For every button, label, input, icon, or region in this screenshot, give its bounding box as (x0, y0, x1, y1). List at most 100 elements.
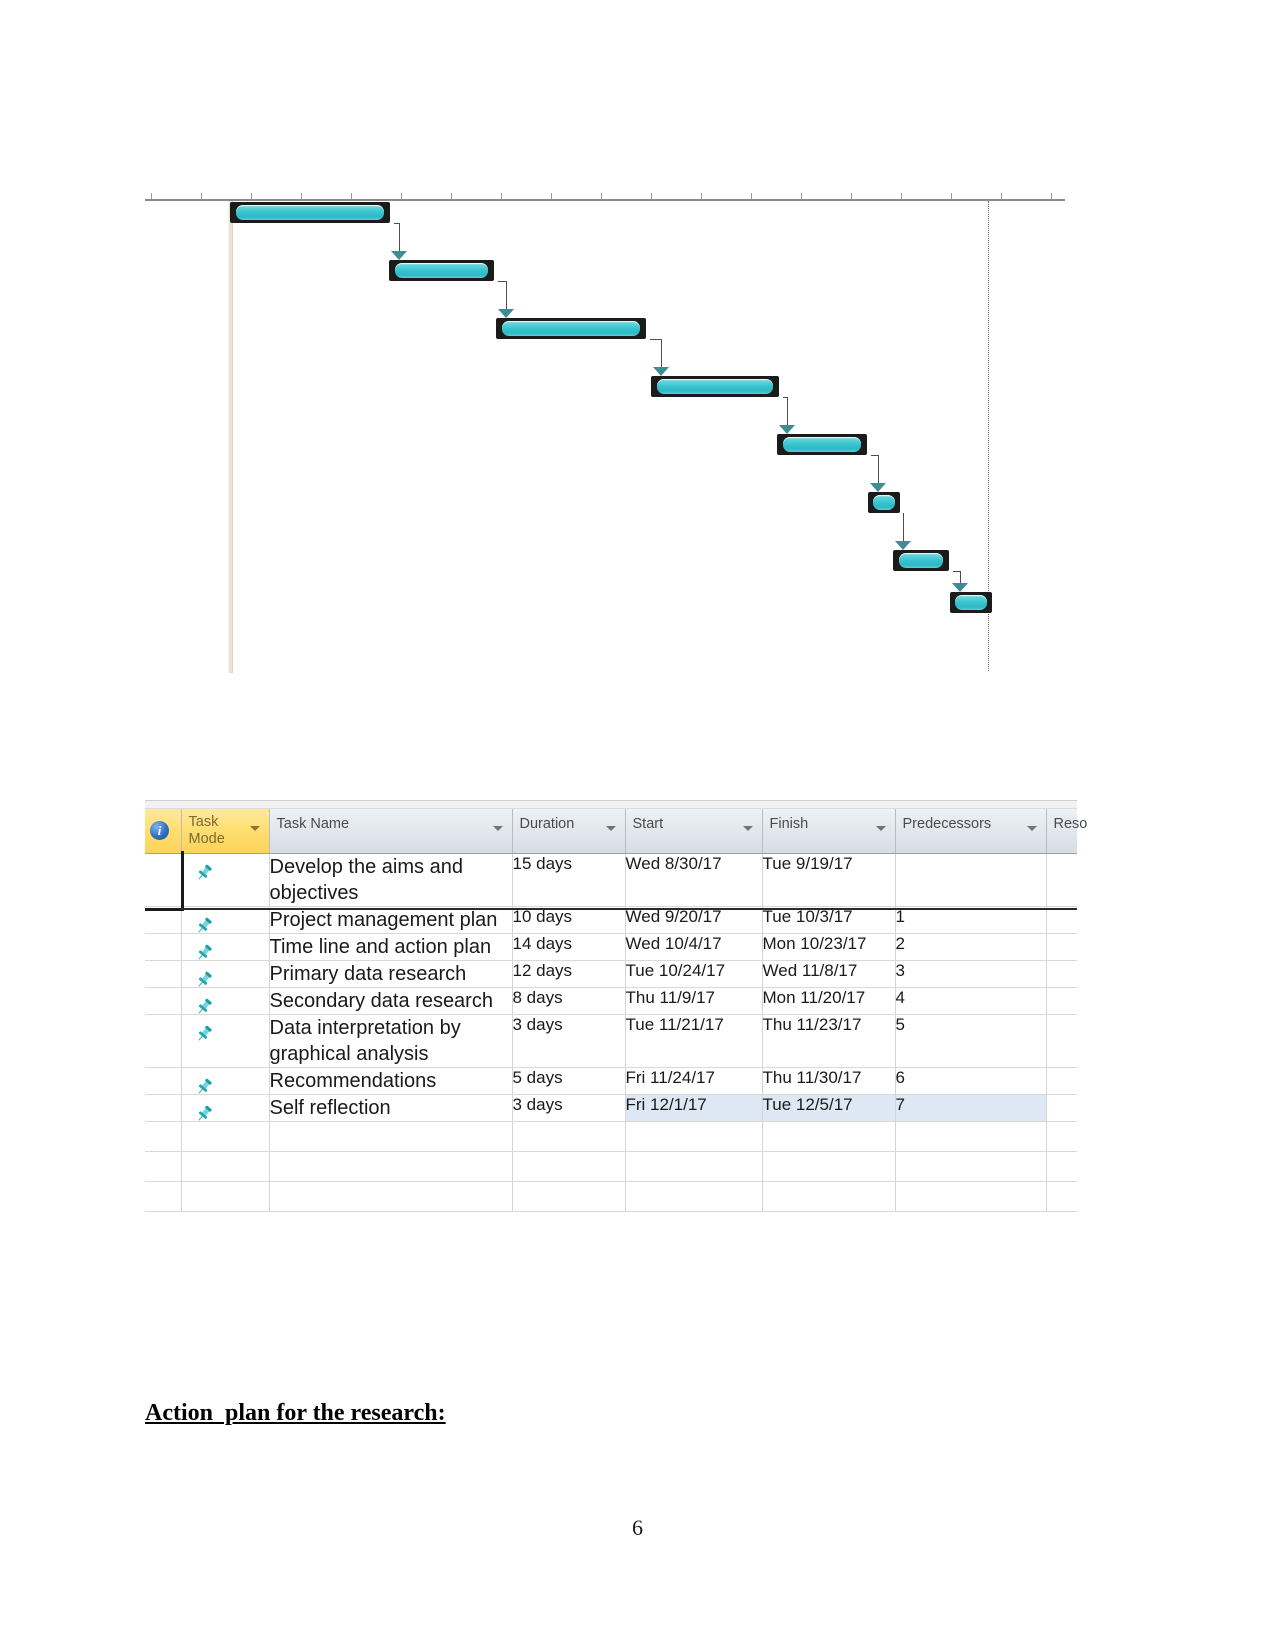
cell-predecessors[interactable]: 1 (895, 906, 1047, 934)
cell-duration[interactable]: 3 days (512, 1094, 626, 1122)
cell-duration[interactable]: 15 days (512, 853, 626, 907)
column-header-start[interactable]: Start (625, 809, 763, 854)
table-row[interactable]: Data interpretation by graphical analysi… (145, 1014, 1077, 1068)
column-header-indicators[interactable]: i (145, 809, 182, 854)
table-row-empty[interactable] (145, 1151, 1077, 1182)
cell-task-name[interactable]: Time line and action plan (269, 933, 513, 961)
cell-indicator[interactable] (145, 853, 182, 907)
project-task-table[interactable]: i Task Mode Task Name Duration Start Fin… (145, 800, 1087, 1212)
cell-task-name[interactable]: Recommendations (269, 1067, 513, 1095)
table-row-empty[interactable] (145, 1181, 1077, 1212)
cell-predecessors[interactable] (895, 1181, 1047, 1212)
table-row-empty[interactable] (145, 1121, 1077, 1152)
cell-resource-names[interactable] (1046, 1094, 1077, 1122)
cell-task-name[interactable]: Self reflection (269, 1094, 513, 1122)
cell-task-mode[interactable] (181, 906, 270, 934)
table-row[interactable]: Project management plan 10 days Wed 9/20/1… (145, 906, 1077, 934)
chevron-down-icon[interactable] (249, 826, 260, 831)
cell-finish[interactable]: Tue 10/3/17 (762, 906, 896, 934)
cell-indicator[interactable] (145, 1067, 182, 1095)
gantt-task-bar[interactable] (389, 260, 494, 281)
cell-finish[interactable]: Wed 11/8/17 (762, 960, 896, 988)
cell-duration[interactable]: 14 days (512, 933, 626, 961)
cell-duration[interactable]: 5 days (512, 1067, 626, 1095)
cell-start[interactable] (625, 1151, 763, 1182)
cell-start[interactable]: Wed 9/20/17 (625, 906, 763, 934)
cell-resource-names[interactable] (1046, 853, 1077, 907)
cell-finish[interactable] (762, 1181, 896, 1212)
cell-indicator[interactable] (145, 1121, 182, 1152)
cell-resource-names[interactable] (1046, 987, 1077, 1015)
cell-duration[interactable]: 3 days (512, 1014, 626, 1068)
cell-task-name[interactable]: Develop the aims and objectives (269, 853, 513, 907)
table-row[interactable]: Self reflection 3 days Fri 12/1/17 Tue 12/5… (145, 1094, 1077, 1122)
chevron-down-icon[interactable] (1026, 826, 1037, 831)
gantt-task-bar[interactable] (496, 318, 646, 339)
cell-task-mode[interactable] (181, 1181, 270, 1212)
cell-predecessors[interactable]: 3 (895, 960, 1047, 988)
cell-predecessors[interactable]: 4 (895, 987, 1047, 1015)
cell-resource-names[interactable] (1046, 1067, 1077, 1095)
cell-task-name[interactable]: Secondary data research (269, 987, 513, 1015)
column-header-finish[interactable]: Finish (762, 809, 896, 854)
cell-task-name[interactable]: Project management plan (269, 906, 513, 934)
cell-finish[interactable]: Thu 11/30/17 (762, 1067, 896, 1095)
cell-resource-names[interactable] (1046, 1181, 1077, 1212)
cell-start[interactable]: Fri 11/24/17 (625, 1067, 763, 1095)
column-header-predecessors[interactable]: Predecessors (895, 809, 1047, 854)
chevron-down-icon[interactable] (875, 826, 886, 831)
cell-task-name[interactable] (269, 1151, 513, 1182)
gantt-task-bar[interactable] (777, 434, 867, 455)
cell-indicator[interactable] (145, 1151, 182, 1182)
cell-resource-names[interactable] (1046, 906, 1077, 934)
cell-predecessors[interactable]: 6 (895, 1067, 1047, 1095)
cell-task-mode[interactable] (181, 933, 270, 961)
cell-start[interactable]: Tue 11/21/17 (625, 1014, 763, 1068)
cell-duration[interactable] (512, 1181, 626, 1212)
cell-resource-names[interactable] (1046, 1014, 1077, 1068)
cell-start[interactable]: Wed 8/30/17 (625, 853, 763, 907)
cell-task-name[interactable] (269, 1121, 513, 1152)
cell-resource-names[interactable] (1046, 960, 1077, 988)
cell-task-mode[interactable] (181, 1094, 270, 1122)
cell-finish[interactable]: Tue 12/5/17 (762, 1094, 896, 1122)
cell-predecessors[interactable] (895, 853, 1047, 907)
chevron-down-icon[interactable] (742, 826, 753, 831)
cell-task-mode[interactable] (181, 1067, 270, 1095)
cell-duration[interactable]: 10 days (512, 906, 626, 934)
table-header[interactable]: i Task Mode Task Name Duration Start Fin… (145, 809, 1087, 854)
cell-task-mode[interactable] (181, 987, 270, 1015)
cell-start[interactable]: Wed 10/4/17 (625, 933, 763, 961)
table-row[interactable]: Develop the aims and objectives 15 days We… (145, 853, 1077, 907)
cell-start[interactable]: Thu 11/9/17 (625, 987, 763, 1015)
cell-duration[interactable]: 12 days (512, 960, 626, 988)
cell-duration[interactable]: 8 days (512, 987, 626, 1015)
cell-indicator[interactable] (145, 1181, 182, 1212)
gantt-task-bar[interactable] (893, 550, 949, 571)
table-row[interactable]: Time line and action plan 14 days Wed 10/4… (145, 933, 1077, 961)
column-header-resource-names[interactable]: Reso (1046, 809, 1087, 854)
cell-resource-names[interactable] (1046, 1151, 1077, 1182)
chevron-down-icon[interactable] (605, 826, 616, 831)
cell-indicator[interactable] (145, 960, 182, 988)
cell-indicator[interactable] (145, 1014, 182, 1068)
cell-finish[interactable]: Mon 10/23/17 (762, 933, 896, 961)
cell-duration[interactable] (512, 1121, 626, 1152)
gantt-task-bar[interactable] (651, 376, 779, 397)
cell-indicator[interactable] (145, 1094, 182, 1122)
cell-predecessors[interactable]: 2 (895, 933, 1047, 961)
column-header-task-name[interactable]: Task Name (269, 809, 513, 854)
task-grid[interactable]: i Task Mode Task Name Duration Start Fin… (145, 809, 1087, 1212)
gantt-task-bar[interactable] (950, 592, 992, 613)
cell-start[interactable] (625, 1121, 763, 1152)
cell-task-mode[interactable] (181, 960, 270, 988)
cell-start[interactable] (625, 1181, 763, 1212)
cell-finish[interactable]: Tue 9/19/17 (762, 853, 896, 907)
cell-task-name[interactable] (269, 1181, 513, 1212)
column-header-task-mode[interactable]: Task Mode (181, 809, 270, 854)
table-row[interactable]: Primary data research 12 days Tue 10/24/17… (145, 960, 1077, 988)
cell-resource-names[interactable] (1046, 1121, 1077, 1152)
cell-duration[interactable] (512, 1151, 626, 1182)
cell-predecessors[interactable]: 7 (895, 1094, 1047, 1122)
table-body[interactable]: Develop the aims and objectives 15 days We… (145, 853, 1077, 1212)
